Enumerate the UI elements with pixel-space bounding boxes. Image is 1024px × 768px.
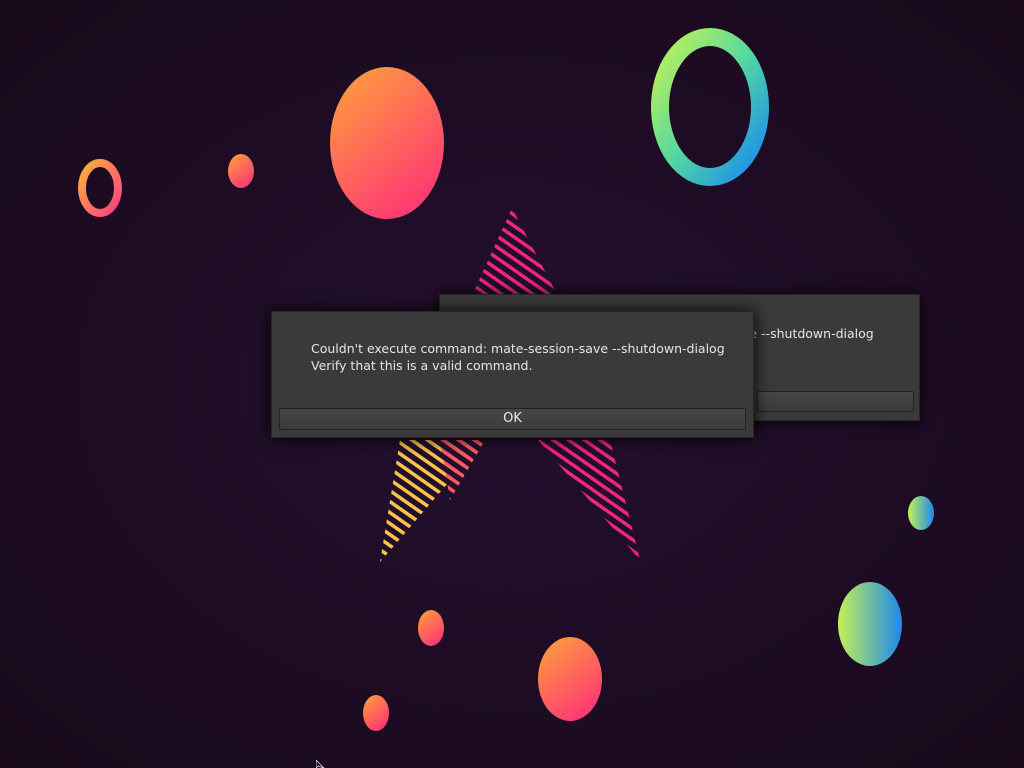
orange-dot-bottom — [363, 695, 389, 731]
orange-circle-bottom — [538, 637, 602, 721]
error-message: Couldn't execute command: mate-session-s… — [311, 340, 725, 374]
small-orange-dot — [228, 154, 254, 188]
small-green-blue-dot — [908, 496, 934, 530]
error-message-line1: Couldn't execute command: mate-session-s… — [311, 341, 725, 356]
ok-button[interactable]: OK — [279, 408, 746, 430]
background-dialog-ok-button[interactable] — [757, 391, 914, 412]
large-orange-circle — [330, 67, 444, 219]
green-blue-circle — [838, 582, 902, 666]
arrow-cursor-icon — [316, 760, 325, 768]
error-message-line2: Verify that this is a valid command. — [311, 358, 533, 373]
background-dialog-message: ve --shutdown-dialog — [742, 326, 874, 341]
error-dialog: Couldn't execute command: mate-session-s… — [271, 311, 754, 438]
orange-dot-mid — [418, 610, 444, 646]
